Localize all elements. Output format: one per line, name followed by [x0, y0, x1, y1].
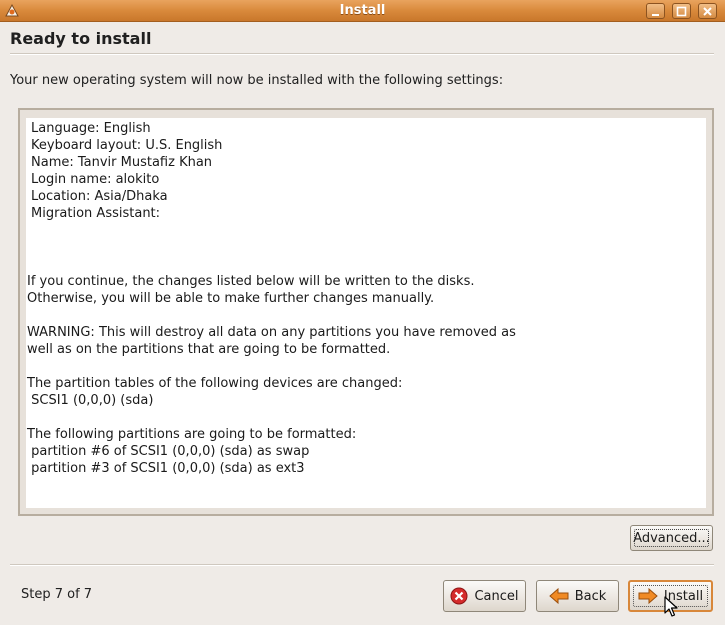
summary-line: partition #3 of SCSI1 (0,0,0) (sda) as e…: [27, 461, 305, 476]
page-title: Ready to install: [10, 29, 152, 48]
window-title: Install: [339, 3, 386, 18]
back-button[interactable]: Back: [536, 580, 619, 612]
summary-line: WARNING: This will destroy all data on a…: [27, 325, 516, 340]
maximize-button[interactable]: [672, 3, 691, 19]
footer-divider: [10, 564, 714, 566]
cancel-button[interactable]: Cancel: [443, 580, 526, 612]
close-icon: [703, 6, 712, 16]
intro-text: Your new operating system will now be in…: [10, 73, 504, 88]
minimize-button[interactable]: [646, 3, 665, 19]
step-indicator: Step 7 of 7: [21, 587, 93, 602]
cancel-icon: [450, 587, 468, 605]
summary-box: Language: English Keyboard layout: U.S. …: [18, 108, 714, 516]
back-arrow-icon: [548, 588, 569, 604]
summary-line: The following partitions are going to be…: [27, 427, 357, 442]
title-bar[interactable]: Install: [0, 0, 725, 22]
cancel-button-label: Cancel: [474, 588, 519, 604]
summary-line: Otherwise, you will be able to make furt…: [27, 291, 435, 306]
summary-line: Name: Tanvir Mustafiz Khan: [31, 155, 213, 170]
summary-line: Language: English: [31, 121, 151, 136]
summary-line: SCSI1 (0,0,0) (sda): [27, 393, 154, 408]
summary-line: If you continue, the changes listed belo…: [27, 274, 475, 289]
header-divider: [10, 53, 714, 55]
summary-text-area[interactable]: Language: English Keyboard layout: U.S. …: [26, 118, 706, 508]
summary-line: Login name: alokito: [31, 172, 160, 187]
minimize-icon: [652, 13, 659, 16]
close-button[interactable]: [698, 3, 717, 19]
back-button-label: Back: [574, 588, 607, 604]
summary-line: Keyboard layout: U.S. English: [31, 138, 223, 153]
forward-arrow-icon: [638, 588, 658, 604]
advanced-button-label: Advanced...: [633, 530, 710, 546]
maximize-icon: [676, 6, 687, 16]
mouse-cursor-icon: [664, 596, 678, 617]
summary-line: well as on the partitions that are going…: [27, 342, 391, 357]
summary-line: Location: Asia/Dhaka: [31, 189, 168, 204]
summary-line: The partition tables of the following de…: [27, 376, 403, 391]
summary-line: Migration Assistant:: [31, 206, 161, 221]
advanced-button[interactable]: Advanced...: [630, 525, 713, 551]
summary-line: partition #6 of SCSI1 (0,0,0) (sda) as s…: [27, 444, 310, 459]
